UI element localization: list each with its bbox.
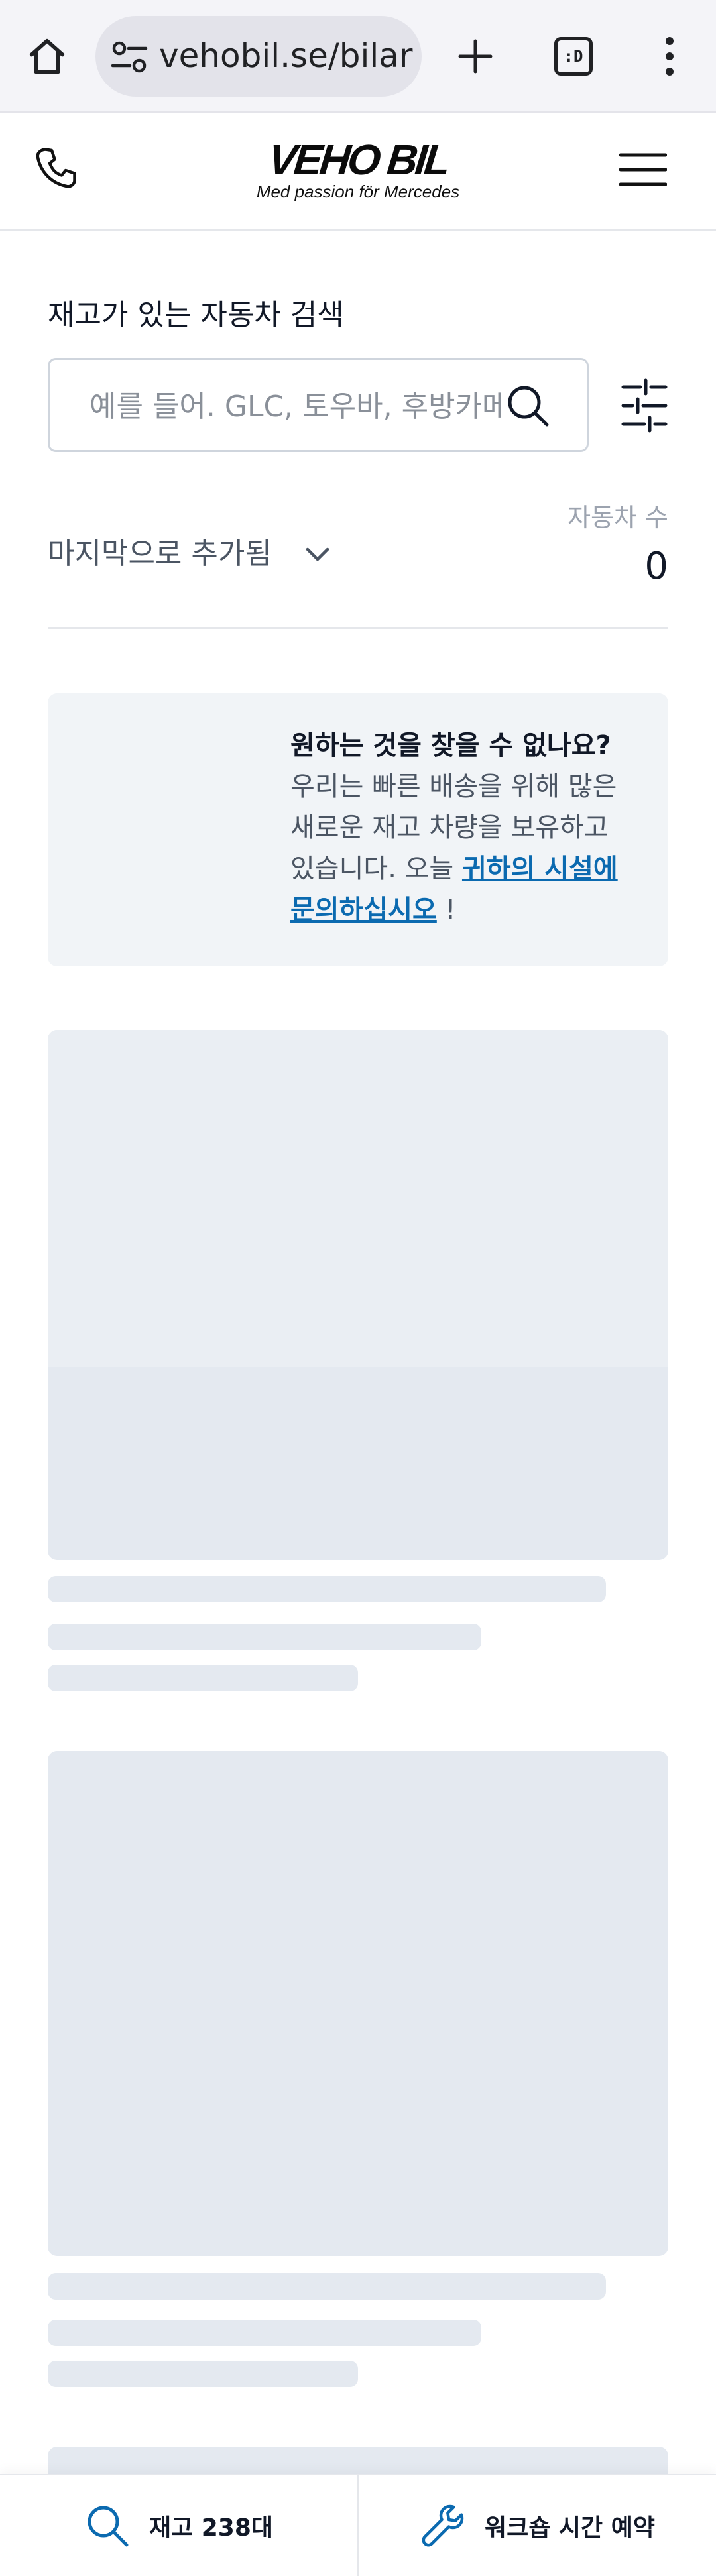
skeleton-line xyxy=(48,1665,358,1691)
car-card-skeleton-image xyxy=(48,1751,668,2256)
search-icon[interactable] xyxy=(505,382,552,430)
car-count-label: 자동차 수 xyxy=(567,503,668,532)
car-count-value: 0 xyxy=(644,545,668,588)
search-icon xyxy=(88,2506,129,2547)
phone-icon[interactable] xyxy=(32,144,80,192)
skeleton-line xyxy=(48,1624,481,1650)
skeleton-line xyxy=(48,2320,481,2346)
more-options-icon[interactable] xyxy=(656,33,683,80)
logo-brand: VEHO BIL xyxy=(266,136,450,184)
logo-tagline: Med passion för Mercedes xyxy=(256,182,460,201)
skeleton-line xyxy=(48,2361,358,2387)
chevron-down-icon xyxy=(306,547,329,561)
veho-bil-logo[interactable]: VEHO BIL Med passion för Mercedes xyxy=(245,136,471,204)
sort-label: 마지막으로 추가됨 xyxy=(48,537,272,571)
hamburger-menu-icon[interactable] xyxy=(619,151,668,188)
book-workshop-label: 워크숍 시간 예약 xyxy=(485,2514,655,2542)
info-tail: ! xyxy=(436,895,456,925)
skeleton-line xyxy=(48,2273,606,2300)
sort-dropdown[interactable]: 마지막으로 추가됨 xyxy=(48,535,333,573)
skeleton-line xyxy=(48,1576,606,1602)
car-card-skeleton-image xyxy=(48,1030,668,1560)
wrench-icon xyxy=(422,2504,464,2547)
info-card: 원하는 것을 찾을 수 없나요? 우리는 빠른 배송을 위해 많은 새로운 재고… xyxy=(48,693,668,966)
info-bold: 원하는 것을 찾을 수 없나요? xyxy=(290,730,611,761)
new-tab-icon[interactable] xyxy=(451,32,500,81)
search-title: 재고가 있는 자동차 검색 xyxy=(48,298,344,332)
browser-toolbar: vehobil.se/bilar :D xyxy=(0,0,716,113)
address-bar[interactable]: vehobil.se/bilar xyxy=(95,16,422,97)
tab-switcher-button[interactable]: :D xyxy=(554,37,593,76)
home-icon[interactable] xyxy=(24,33,70,80)
search-input[interactable] xyxy=(88,382,502,430)
site-header: VEHO BIL Med passion för Mercedes xyxy=(0,113,716,231)
site-settings-icon[interactable] xyxy=(110,39,149,75)
book-workshop-button[interactable]: 워크숍 시간 예약 xyxy=(357,2475,716,2576)
stock-search-button[interactable]: 재고 238대 xyxy=(0,2475,357,2576)
divider xyxy=(48,627,668,629)
search-box[interactable] xyxy=(48,358,589,452)
stock-search-label: 재고 238대 xyxy=(149,2514,274,2542)
bottom-action-bar: 재고 238대 워크숍 시간 예약 xyxy=(0,2474,716,2576)
info-text: 원하는 것을 찾을 수 없나요? 우리는 빠른 배송을 위해 많은 새로운 재고… xyxy=(290,725,640,930)
url-text[interactable]: vehobil.se/bilar xyxy=(159,34,412,77)
filter-sliders-icon[interactable] xyxy=(621,378,668,433)
